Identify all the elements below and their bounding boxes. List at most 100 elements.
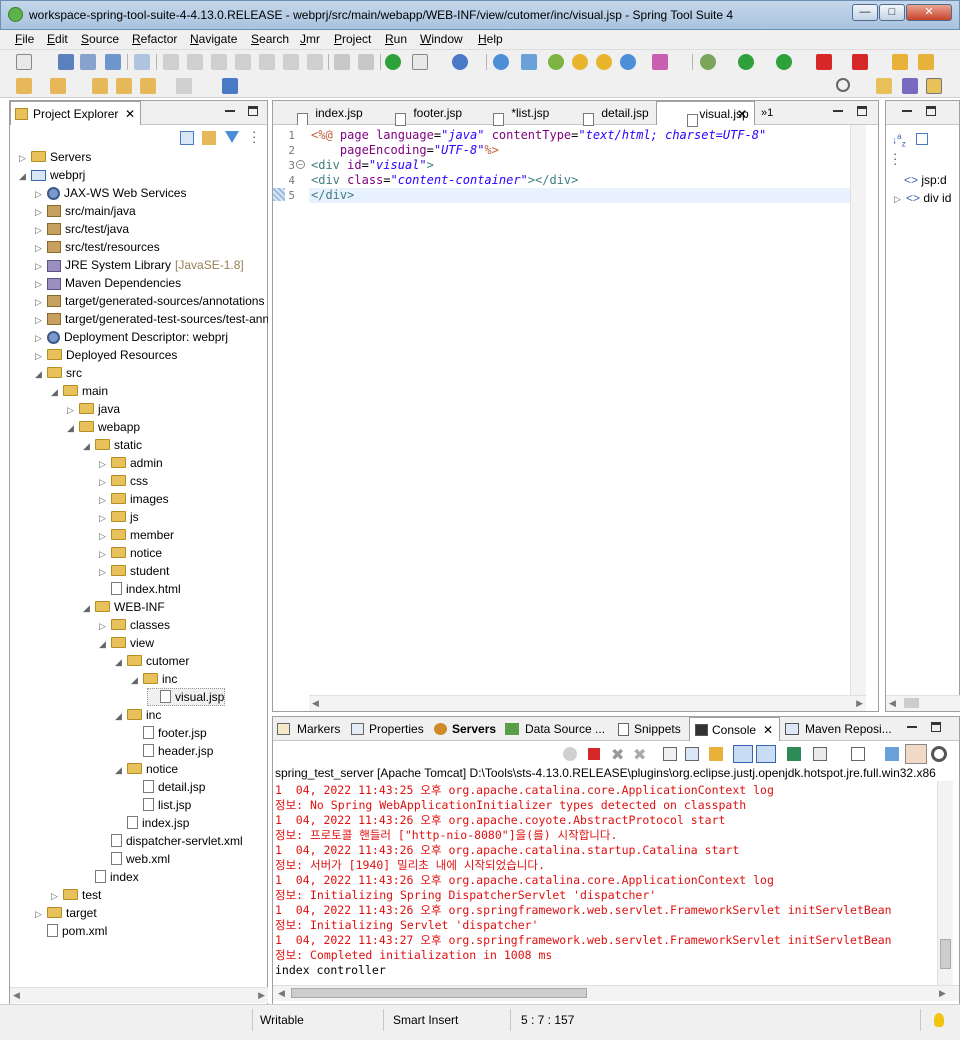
- display-console-icon[interactable]: [813, 747, 827, 761]
- new-icon[interactable]: [16, 54, 32, 70]
- tree-item[interactable]: index.html: [99, 580, 181, 598]
- code-area[interactable]: <%@ page language="java" contentType="te…: [309, 125, 850, 695]
- tree-item[interactable]: ▷ target: [35, 904, 97, 922]
- expand-toggle-icon[interactable]: ◢: [19, 167, 29, 185]
- tree-item[interactable]: list.jsp: [131, 796, 191, 814]
- expand-toggle-icon[interactable]: ▷: [67, 401, 77, 419]
- view-menu-icon[interactable]: · · ·: [252, 125, 256, 148]
- tree-item[interactable]: header.jsp: [131, 742, 213, 760]
- expand-toggle-icon[interactable]: ▷: [99, 527, 109, 545]
- link-editor-icon[interactable]: [202, 131, 216, 145]
- tree-item[interactable]: ▷ classes: [99, 616, 170, 634]
- expand-toggle-icon[interactable]: ◢: [131, 671, 141, 689]
- highlight-icon[interactable]: [905, 744, 927, 764]
- tab-servers[interactable]: Servers: [434, 717, 496, 741]
- vertical-scrollbar[interactable]: [850, 125, 866, 695]
- vertical-scrollbar[interactable]: [937, 781, 953, 985]
- tree-item[interactable]: ◢ static: [83, 436, 142, 454]
- expand-toggle-icon[interactable]: ▷: [35, 311, 45, 329]
- expand-toggle-icon[interactable]: ▷: [99, 473, 109, 491]
- search-tool-icon[interactable]: [572, 54, 588, 70]
- menu-jmr[interactable]: Jmr: [300, 32, 320, 46]
- tree-item[interactable]: ▷ JRE System Library [JavaSE-1.8]: [35, 256, 244, 274]
- show-on-stderr-icon[interactable]: [756, 745, 776, 763]
- open-task-icon[interactable]: [918, 54, 934, 70]
- tab-index-jsp[interactable]: index.jsp: [281, 101, 363, 127]
- open-perspective-icon[interactable]: [876, 78, 892, 94]
- expand-toggle-icon[interactable]: ▷: [19, 149, 29, 167]
- tree-item[interactable]: footer.jsp: [131, 724, 207, 742]
- expand-toggle-icon[interactable]: ◢: [67, 419, 77, 437]
- run-icon[interactable]: [738, 54, 754, 70]
- tree-item[interactable]: ▷ member: [99, 526, 174, 544]
- tree-item[interactable]: ◢ main: [51, 382, 108, 400]
- terminate-icon[interactable]: [588, 748, 600, 760]
- menu-refactor[interactable]: Refactor: [132, 32, 177, 46]
- tab-properties[interactable]: Properties: [351, 717, 424, 741]
- settings-gear-icon[interactable]: [931, 746, 947, 762]
- tree-item[interactable]: ▷ src/main/java: [35, 202, 136, 220]
- maximize-icon[interactable]: [248, 106, 258, 116]
- tree-item[interactable]: ▷ Deployment Descriptor: webprj: [35, 328, 228, 346]
- show-on-stdout-icon[interactable]: [733, 745, 753, 763]
- debug-icon[interactable]: [700, 54, 716, 70]
- next-annotation-icon[interactable]: [16, 78, 32, 94]
- tree-item[interactable]: ◢ inc: [131, 670, 177, 688]
- expand-toggle-icon[interactable]: ◢: [115, 761, 125, 779]
- menu-project[interactable]: Project: [334, 32, 371, 46]
- expand-toggle-icon[interactable]: ▷: [99, 617, 109, 635]
- expand-toggle-icon[interactable]: ▷: [99, 455, 109, 473]
- tab-list-jsp[interactable]: *list.jsp: [475, 101, 549, 127]
- outline-item[interactable]: ▷ <> div id: [894, 189, 951, 207]
- maximize-button[interactable]: □: [879, 4, 905, 21]
- expand-toggle-icon[interactable]: ▷: [35, 293, 45, 311]
- tree-item[interactable]: ◢ WEB-INF: [83, 598, 165, 616]
- tree-item[interactable]: ▷ Servers: [19, 148, 91, 166]
- tree-item[interactable]: detail.jsp: [131, 778, 205, 796]
- tab-markers[interactable]: Markers: [277, 717, 340, 741]
- search-icon[interactable]: [836, 78, 850, 92]
- expand-toggle-icon[interactable]: ▷: [99, 491, 109, 509]
- view-menu-icon[interactable]: · · ·: [893, 147, 897, 170]
- menu-search[interactable]: Search: [251, 32, 289, 46]
- spring-tools-icon[interactable]: [548, 54, 564, 70]
- tree-item[interactable]: ◢ src: [35, 364, 82, 382]
- close-icon[interactable]: ✕: [125, 102, 135, 126]
- tab-project-explorer[interactable]: Project Explorer ✕: [10, 101, 141, 125]
- tree-item[interactable]: ▷ java: [67, 400, 120, 418]
- maximize-icon[interactable]: [926, 106, 936, 116]
- save-all-icon[interactable]: [80, 54, 96, 70]
- minimize-icon[interactable]: [907, 722, 917, 728]
- minimize-icon[interactable]: [902, 106, 912, 112]
- minimize-button[interactable]: —: [852, 4, 878, 21]
- tree-item[interactable]: ◢ webprj: [19, 166, 85, 184]
- expand-toggle-icon[interactable]: ▷: [35, 203, 45, 221]
- horizontal-scrollbar[interactable]: ◀ ▶: [273, 985, 959, 1001]
- expand-toggle-icon[interactable]: ◢: [83, 437, 93, 455]
- lightbulb-icon[interactable]: [934, 1013, 944, 1027]
- expand-toggle-icon[interactable]: ▷: [35, 221, 45, 239]
- collapse-all-icon[interactable]: [180, 131, 194, 145]
- menu-window[interactable]: Window: [420, 32, 463, 46]
- new-wizard-icon[interactable]: [521, 54, 537, 70]
- horizontal-scrollbar[interactable]: ◀ ▶: [10, 987, 268, 1003]
- jee-perspective-icon[interactable]: [926, 78, 942, 94]
- tree-item[interactable]: visual.jsp: [147, 688, 226, 706]
- expand-toggle-icon[interactable]: ▷: [99, 545, 109, 563]
- stop-icon[interactable]: [816, 54, 832, 70]
- close-icon[interactable]: ✕: [763, 718, 773, 742]
- tab-data-source[interactable]: Data Source ...: [505, 717, 605, 741]
- maximize-icon[interactable]: [931, 722, 941, 732]
- tree-item[interactable]: ◢ notice: [115, 760, 178, 778]
- tab-maven-repositories[interactable]: Maven Reposi...: [785, 717, 892, 741]
- skip-breakpoints-icon[interactable]: [134, 54, 150, 70]
- instruction-step-icon[interactable]: [358, 54, 374, 70]
- save-icon[interactable]: [58, 54, 74, 70]
- expand-toggle-icon[interactable]: ▷: [51, 887, 61, 905]
- tree-item[interactable]: ▷ js: [99, 508, 139, 526]
- tree-item[interactable]: ▷ target/generated-sources/annotations: [35, 292, 264, 310]
- expand-toggle-icon[interactable]: ▷: [99, 509, 109, 527]
- maximize-icon[interactable]: [857, 106, 867, 116]
- menu-file[interactable]: File: [15, 32, 34, 46]
- tree-item[interactable]: ▷ notice: [99, 544, 162, 562]
